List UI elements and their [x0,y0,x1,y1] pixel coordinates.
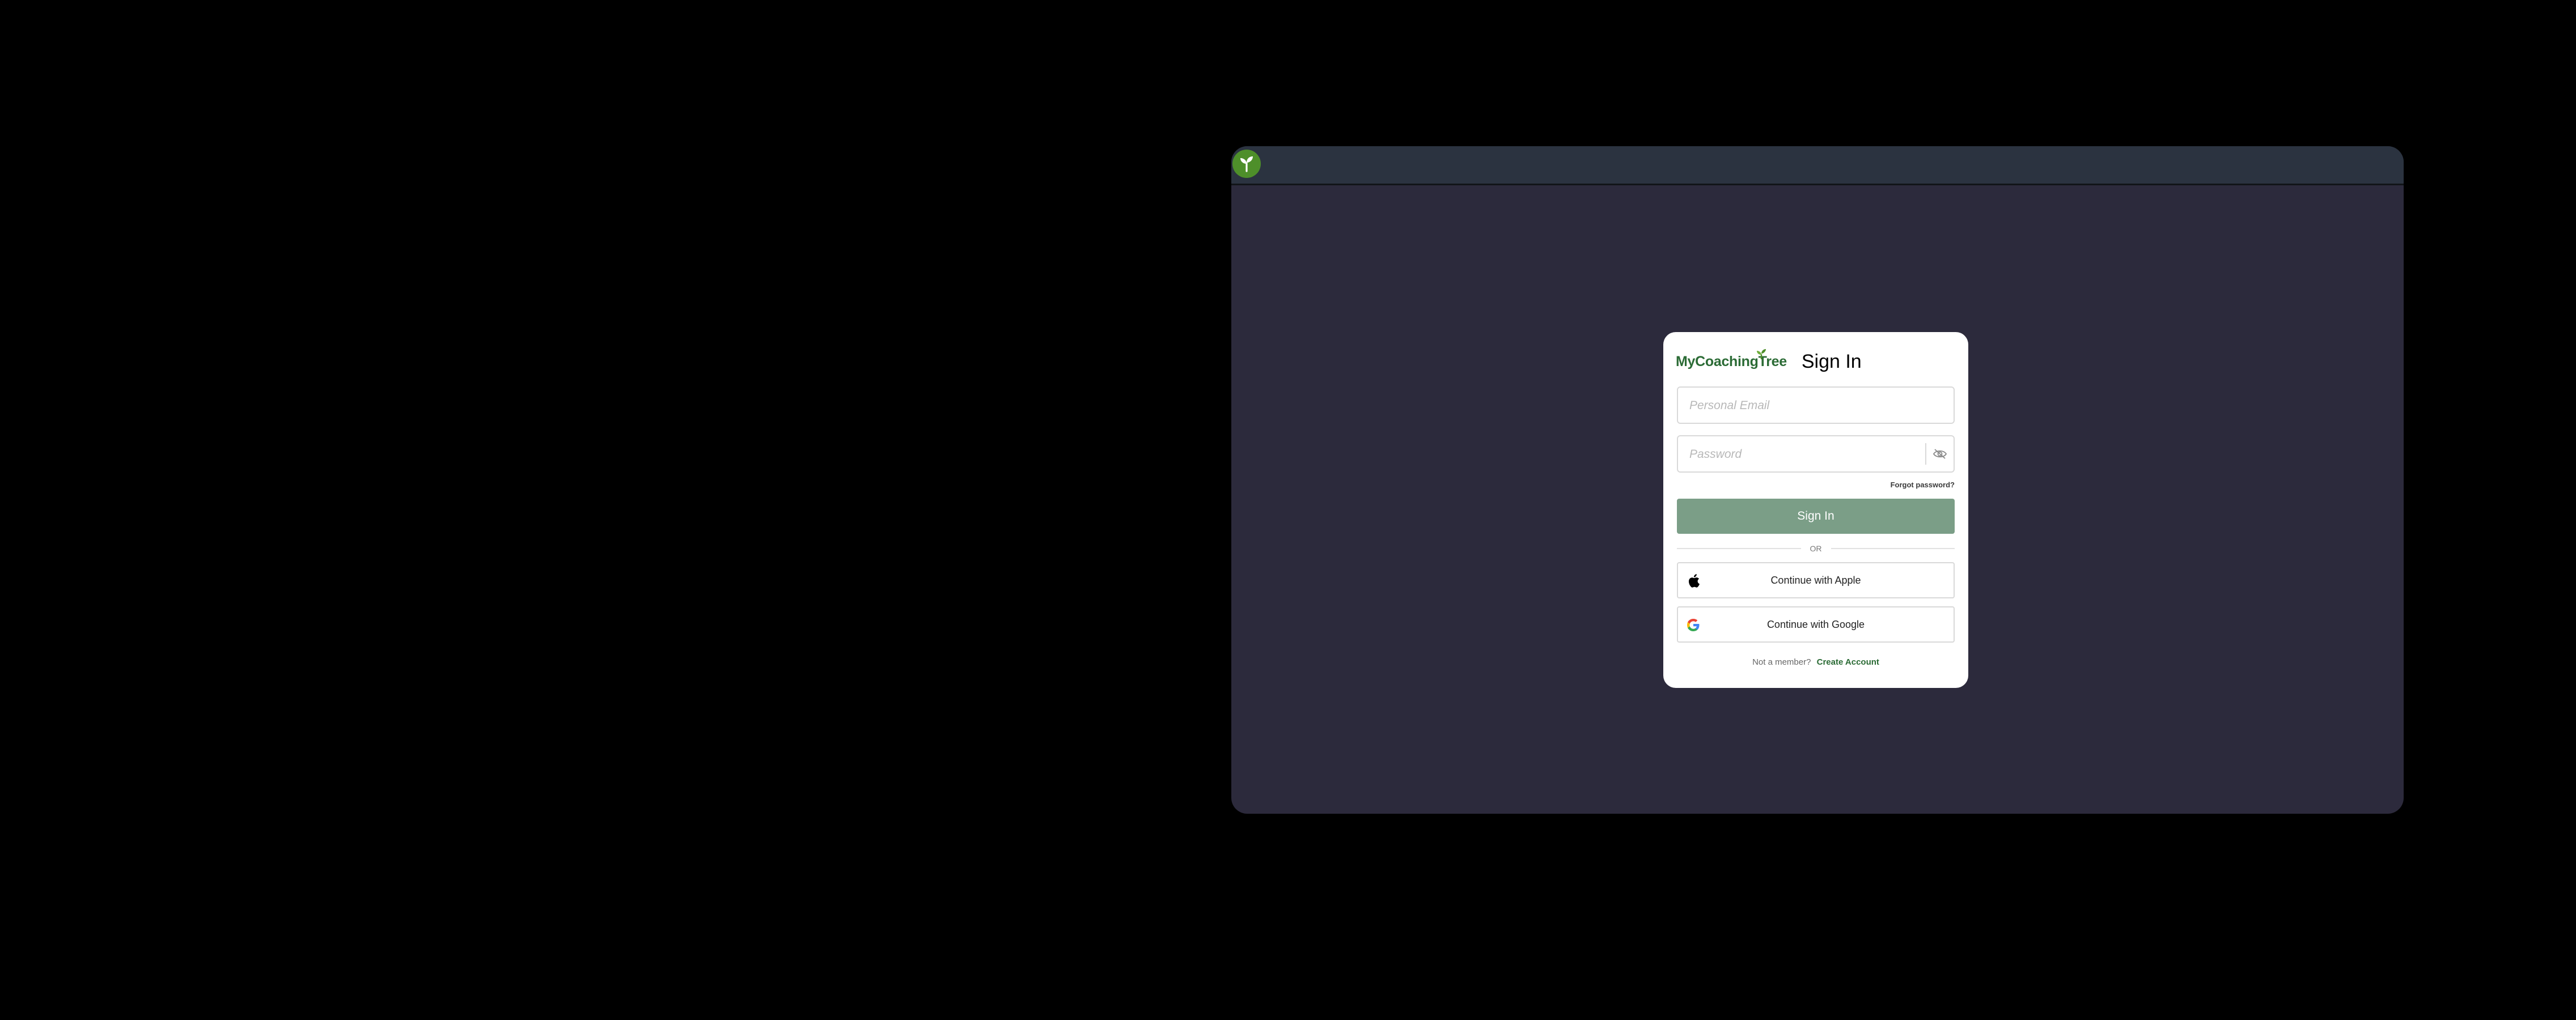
continue-with-apple-button[interactable]: Continue with Apple [1677,562,1955,598]
email-input[interactable] [1688,388,1929,424]
divider-line-left [1677,548,1801,549]
sprout-icon[interactable] [1232,150,1261,178]
google-icon [1686,618,1701,632]
page-title: Sign In [1801,350,1862,372]
logo-sprout-icon [1757,348,1766,359]
divider-line-right [1831,548,1955,549]
forgot-password-link[interactable]: Forgot password? [1891,481,1955,489]
or-divider: OR [1677,543,1955,554]
signup-prompt: Not a member? Create Account [1663,657,1968,667]
title-bar [1231,146,2404,185]
or-label: OR [1810,544,1822,553]
eye-off-icon [1933,449,1947,459]
email-field[interactable] [1677,386,1955,424]
sign-in-button[interactable]: Sign In [1677,499,1955,534]
google-button-label: Continue with Google [1766,618,1865,630]
app-window: MyCoachingTree Sign In Fo [1231,146,2404,814]
password-input[interactable] [1688,436,1929,473]
card-header: MyCoachingTree Sign In [1676,348,1862,374]
not-member-text: Not a member? [1752,657,1811,667]
continue-with-google-button[interactable]: Continue with Google [1677,606,1955,643]
sign-in-card: MyCoachingTree Sign In Fo [1663,332,1968,688]
apple-button-label: Continue with Apple [1770,574,1861,586]
apple-icon [1686,573,1701,588]
password-field[interactable] [1677,435,1955,473]
toggle-password-button[interactable] [1925,443,1954,465]
brand-logo: MyCoachingTree [1676,348,1787,370]
create-account-link[interactable]: Create Account [1817,657,1879,667]
logo-text-part1: MyCoaching [1676,353,1759,369]
